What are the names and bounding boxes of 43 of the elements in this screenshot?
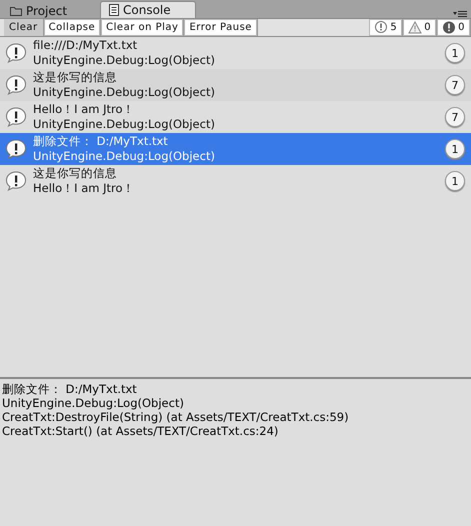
stack-trace-line: CreatTxt:DestroyFile(String) (at Assets/TEXT/CreatTxt.cs:59) [2,410,350,424]
warning-icon [408,21,422,34]
stack-trace-line: UnityEngine.Debug:Log(Object) [2,396,185,410]
count-badge: 1 [445,171,465,191]
log-entry[interactable]: 这是你写的信息 UnityEngine.Debug:Log(Object) 7 [0,69,471,101]
message-icon [5,139,27,159]
toolbar-button[interactable]: Clear on Play [101,19,184,36]
log-message: 这是你写的信息 [33,166,118,181]
message-icon [5,107,27,127]
log-source: Hello！I am Jtro！ [33,181,136,196]
panel-tab[interactable]: Project [2,3,98,18]
counter-toggle[interactable]: 5 [369,19,404,36]
toolbar-button[interactable]: Clear [4,19,44,36]
log-entry[interactable]: 删除文件： D:/MyTxt.txt UnityEngine.Debug:Log(Object) 1 [0,133,471,165]
count-badge: 1 [445,43,465,63]
log-message: 删除文件： D:/MyTxt.txt [33,134,169,149]
panel-tab[interactable]: Console [100,1,196,18]
stack-trace-line: 删除文件： D:/MyTxt.txt [2,382,138,396]
log-message: Hello！I am Jtro！ [33,102,136,117]
count-badge: 7 [445,107,465,127]
message-icon [5,43,27,63]
counter-toggle[interactable]: 0 [403,19,438,36]
log-source: UnityEngine.Debug:Log(Object) [33,53,216,68]
count-badge: 1 [445,139,465,159]
info-icon [374,21,388,34]
error-icon [442,21,456,34]
log-source: UnityEngine.Debug:Log(Object) [33,85,216,100]
tab-label: Console [123,3,171,17]
log-source: UnityEngine.Debug:Log(Object) [33,149,216,164]
stack-trace-line: CreatTxt:Start() (at Assets/TEXT/CreatTxt.cs:24) [2,424,280,438]
toolbar-button[interactable]: Collapse [44,19,102,36]
log-message: 这是你写的信息 [33,70,118,85]
document-icon [109,4,119,16]
count-badge: 7 [445,75,465,95]
menu-icon[interactable] [453,11,467,17]
message-icon [5,75,27,95]
log-source: UnityEngine.Debug:Log(Object) [33,117,216,132]
message-icon [5,171,27,191]
log-message: file:///D:/MyTxt.txt [33,38,138,53]
toolbar-button[interactable]: Error Pause [184,19,258,36]
counter-toggle[interactable]: 0 [437,19,471,36]
folder-icon [10,6,22,16]
tab-label: Project [26,4,68,18]
